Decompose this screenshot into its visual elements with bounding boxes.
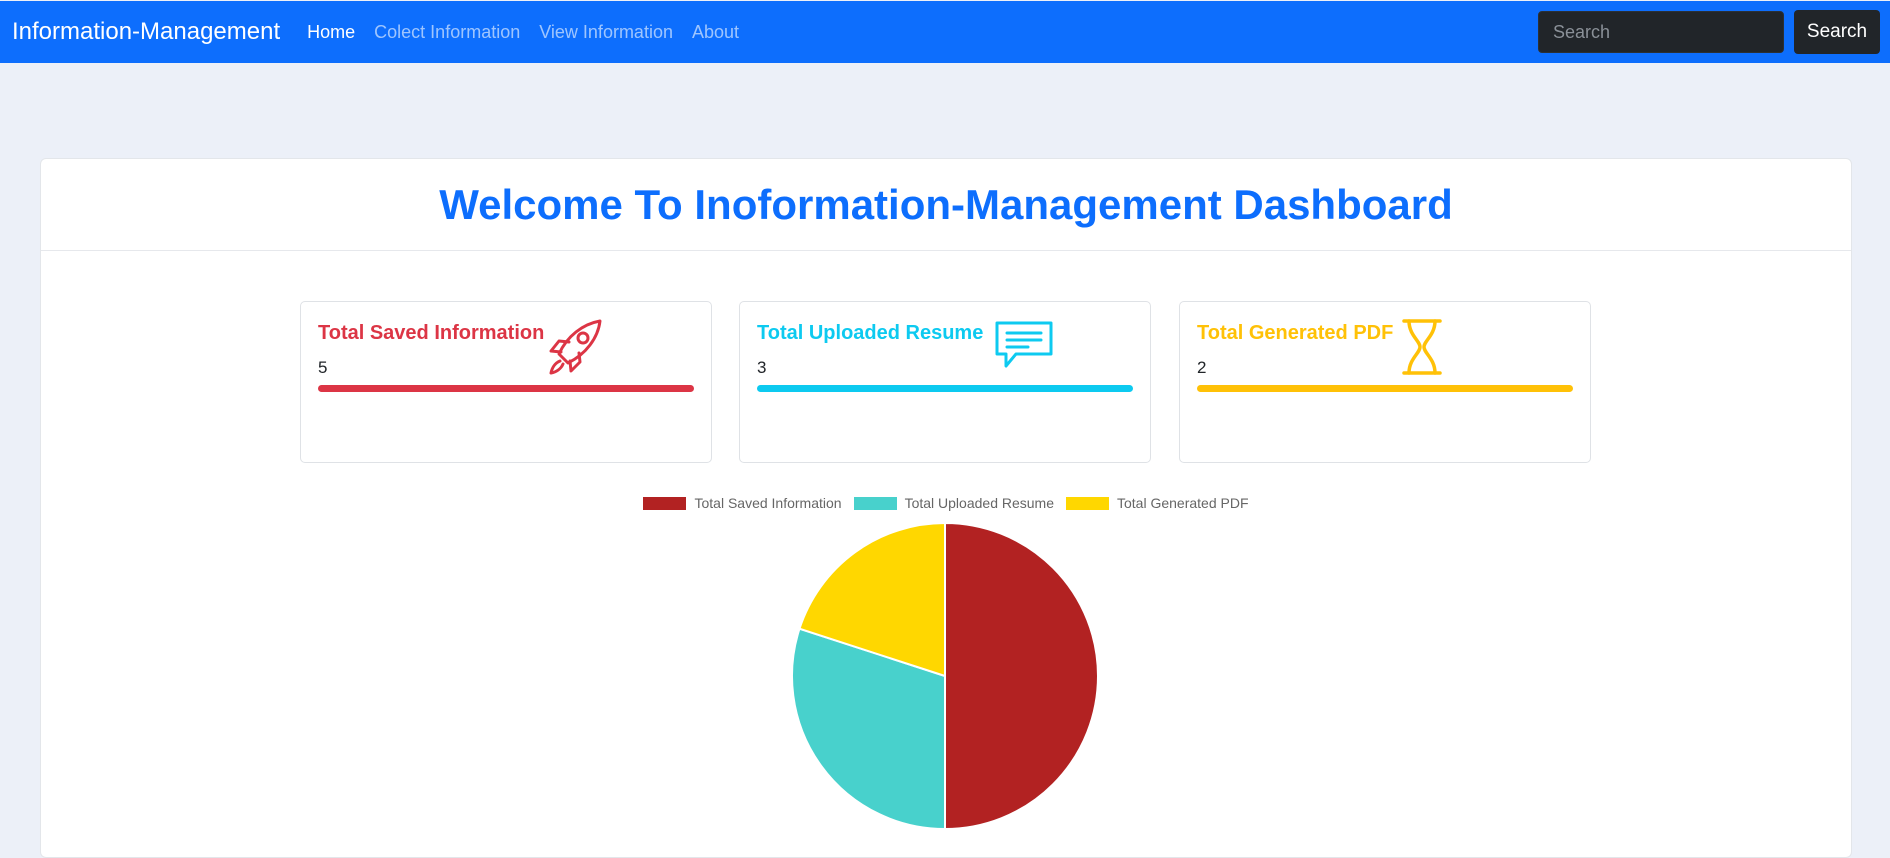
card-progress-bar	[757, 385, 1133, 392]
legend-swatch	[643, 496, 687, 510]
card-total-generated-pdf: Total Generated PDF 2	[1179, 301, 1591, 463]
card-progress-bar	[318, 385, 694, 392]
chart-legend: Total Saved Information Total Uploaded R…	[41, 495, 1851, 511]
legend-label: Total Saved Information	[694, 495, 842, 511]
legend-label: Total Uploaded Resume	[904, 495, 1054, 511]
search-form: Search	[1538, 10, 1880, 54]
card-total-saved-information: Total Saved Information 5	[300, 301, 712, 463]
card-value: 5	[318, 358, 328, 377]
nav-link-collect-information[interactable]: Colect Information	[374, 22, 520, 43]
navbar-brand[interactable]: Information-Management	[12, 18, 280, 46]
card-total-uploaded-resume: Total Uploaded Resume 3	[739, 301, 1151, 463]
page-title: Welcome To Inoformation-Management Dashb…	[439, 180, 1453, 228]
nav-link-view-information[interactable]: View Information	[539, 22, 673, 43]
legend-swatch	[1066, 496, 1109, 510]
search-button[interactable]: Search	[1794, 10, 1880, 54]
chat-icon	[994, 318, 1054, 376]
nav-links: Home Colect Information View Information…	[307, 22, 758, 43]
legend-item-uploaded-resume[interactable]: Total Uploaded Resume	[853, 495, 1054, 511]
nav-link-home[interactable]: Home	[307, 22, 355, 43]
nav-link-about[interactable]: About	[692, 22, 739, 43]
card-title: Total Generated PDF	[1197, 322, 1394, 344]
legend-label: Total Generated PDF	[1117, 495, 1249, 511]
rocket-icon	[545, 318, 605, 376]
pie-chart	[791, 521, 1099, 831]
card-value: 3	[757, 358, 767, 377]
card-title: Total Saved Information	[318, 322, 545, 344]
pie-slice-total-saved-information[interactable]	[944, 521, 1099, 831]
search-input[interactable]	[1538, 11, 1784, 53]
panel-header: Welcome To Inoformation-Management Dashb…	[41, 159, 1851, 251]
card-progress-bar	[1197, 385, 1573, 392]
legend-swatch	[853, 496, 897, 510]
navbar: Information-Management Home Colect Infor…	[0, 1, 1890, 63]
hourglass-icon	[1400, 318, 1444, 376]
legend-item-saved-information[interactable]: Total Saved Information	[643, 495, 842, 511]
legend-item-generated-pdf[interactable]: Total Generated PDF	[1066, 495, 1249, 511]
card-value: 2	[1197, 358, 1207, 377]
dashboard-panel: Welcome To Inoformation-Management Dashb…	[40, 158, 1852, 858]
card-title: Total Uploaded Resume	[757, 322, 984, 344]
